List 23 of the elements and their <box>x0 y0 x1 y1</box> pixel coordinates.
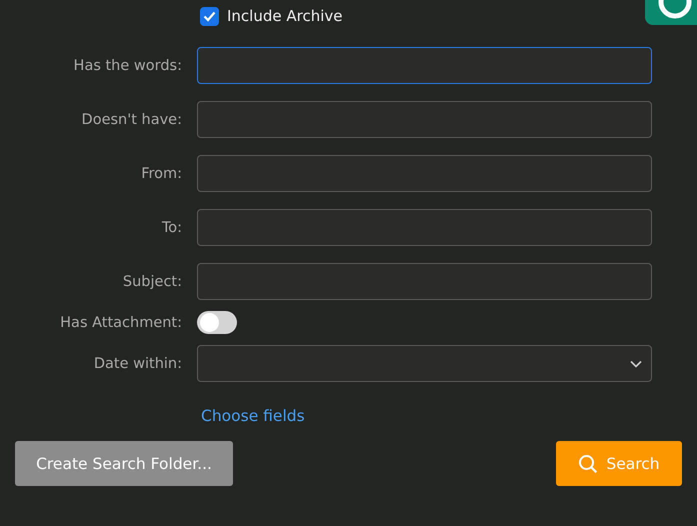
toggle-switch[interactable] <box>197 311 237 334</box>
choose-fields-link[interactable]: Choose fields <box>201 407 305 425</box>
text-field[interactable] <box>197 155 652 192</box>
text-field[interactable] <box>197 47 652 84</box>
field-label: From: <box>140 166 182 182</box>
text-field[interactable] <box>197 101 652 138</box>
field-label: Date within: <box>92 356 182 372</box>
text-field[interactable] <box>197 209 652 246</box>
field-label: Has Attachment: <box>59 314 182 330</box>
checkbox[interactable] <box>200 6 219 26</box>
field-label: Has the words: <box>72 58 182 74</box>
search-button[interactable]: Search <box>556 441 682 486</box>
field-label: To: <box>160 220 182 236</box>
check-icon <box>203 10 216 22</box>
checkbox-label: Include Archive <box>227 7 342 25</box>
field-label: Doesn't have: <box>80 112 182 128</box>
create-search-folder-button[interactable]: Create Search Folder... <box>15 441 233 486</box>
search-icon <box>578 454 598 474</box>
date-dropdown[interactable] <box>197 345 652 382</box>
field-label: Subject: <box>122 274 182 290</box>
chevron-icon <box>630 360 642 368</box>
text-field[interactable] <box>197 263 652 300</box>
app-logo-icon <box>645 0 697 25</box>
